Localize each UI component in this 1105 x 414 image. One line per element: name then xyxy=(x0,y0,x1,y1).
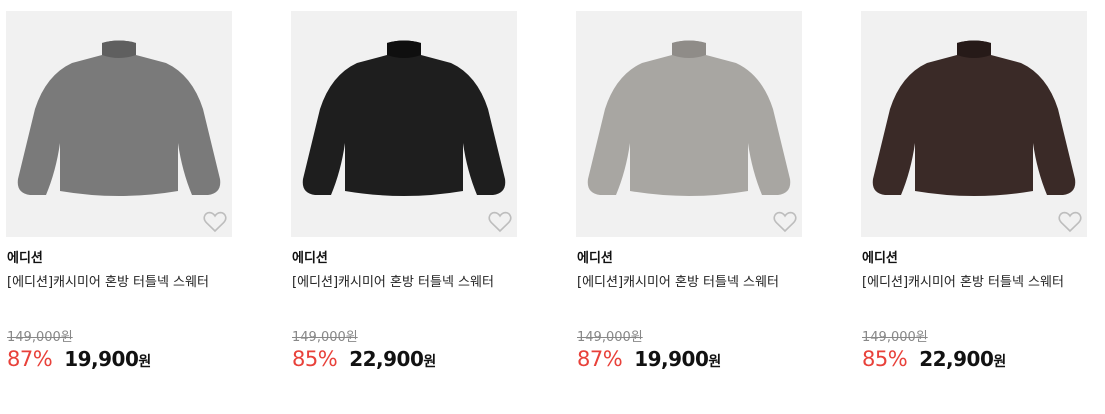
product-name[interactable]: [에디션]캐시미어 혼방 터틀넥 스웨터 xyxy=(862,271,1064,290)
product-card[interactable]: 에디션 [에디션]캐시미어 혼방 터틀넥 스웨터 149,000원 87% 19… xyxy=(6,11,232,371)
product-card[interactable]: 에디션 [에디션]캐시미어 혼방 터틀넥 스웨터 149,000원 85% 22… xyxy=(861,11,1087,371)
discount-rate: 87% xyxy=(7,347,53,371)
sale-price: 19,900 xyxy=(64,347,139,371)
product-name[interactable]: [에디션]캐시미어 혼방 터틀넥 스웨터 xyxy=(577,271,779,290)
product-card[interactable]: 에디션 [에디션]캐시미어 혼방 터틀넥 스웨터 149,000원 85% 22… xyxy=(291,11,517,371)
original-price: 149,000원 xyxy=(862,330,928,345)
sale-price: 22,900 xyxy=(349,347,424,371)
brand-name[interactable]: 에디션 xyxy=(862,247,898,266)
original-price: 149,000원 xyxy=(292,330,358,345)
sale-price: 19,900 xyxy=(634,347,709,371)
price-line: 87% 19,900 원 xyxy=(577,347,721,371)
brand-name[interactable]: 에디션 xyxy=(292,247,328,266)
sweater-image xyxy=(17,40,221,196)
price-line: 85% 22,900 원 xyxy=(292,347,436,371)
sale-price: 22,900 xyxy=(919,347,994,371)
product-name[interactable]: [에디션]캐시미어 혼방 터틀넥 스웨터 xyxy=(292,271,494,290)
product-image[interactable] xyxy=(6,11,232,237)
discount-rate: 85% xyxy=(862,347,908,371)
heart-outline-icon[interactable] xyxy=(203,211,227,233)
product-name[interactable]: [에디션]캐시미어 혼방 터틀넥 스웨터 xyxy=(7,271,209,290)
brand-name[interactable]: 에디션 xyxy=(7,247,43,266)
heart-outline-icon[interactable] xyxy=(488,211,512,233)
price-line: 87% 19,900 원 xyxy=(7,347,151,371)
original-price: 149,000원 xyxy=(577,330,643,345)
price-line: 85% 22,900 원 xyxy=(862,347,1006,371)
sweater-image xyxy=(302,40,506,196)
product-image[interactable] xyxy=(576,11,802,237)
discount-rate: 85% xyxy=(292,347,338,371)
original-price: 149,000원 xyxy=(7,330,73,345)
product-image[interactable] xyxy=(861,11,1087,237)
discount-rate: 87% xyxy=(577,347,623,371)
currency-unit: 원 xyxy=(423,354,437,370)
heart-outline-icon[interactable] xyxy=(1058,211,1082,233)
brand-name[interactable]: 에디션 xyxy=(577,247,613,266)
sweater-image xyxy=(872,40,1076,196)
currency-unit: 원 xyxy=(708,354,722,370)
product-card[interactable]: 에디션 [에디션]캐시미어 혼방 터틀넥 스웨터 149,000원 87% 19… xyxy=(576,11,802,371)
sweater-image xyxy=(587,40,791,196)
heart-outline-icon[interactable] xyxy=(773,211,797,233)
currency-unit: 원 xyxy=(138,354,152,370)
currency-unit: 원 xyxy=(993,354,1007,370)
product-image[interactable] xyxy=(291,11,517,237)
product-grid: 에디션 [에디션]캐시미어 혼방 터틀넥 스웨터 149,000원 87% 19… xyxy=(0,0,1105,414)
